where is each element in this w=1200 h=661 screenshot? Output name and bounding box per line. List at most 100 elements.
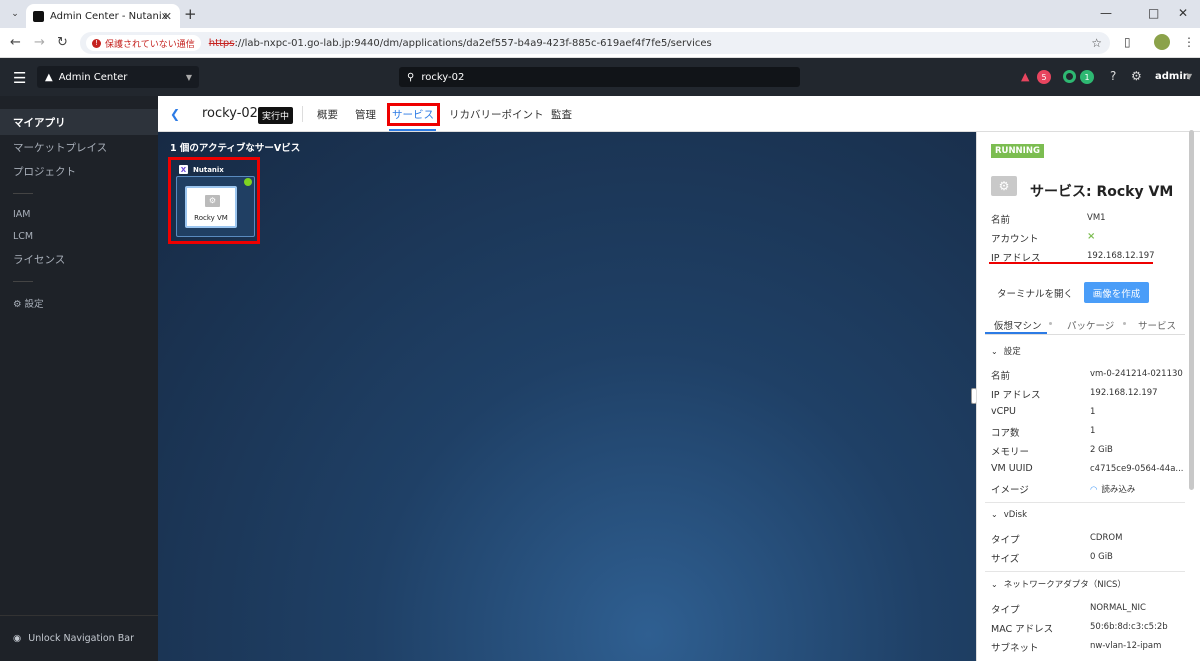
new-tab-icon[interactable]: + xyxy=(184,5,197,23)
nic-field-value: NORMAL_NIC xyxy=(1090,603,1146,613)
lock-icon: ◉ xyxy=(13,633,22,644)
sidebar-item-settings[interactable]: ⚙ 設定 xyxy=(13,296,44,310)
url-field[interactable]: ! 保護されていない通信 https://lab-nxpc-01.go-lab.… xyxy=(80,32,1110,54)
bookmark-star-icon[interactable]: ☆ xyxy=(1091,36,1102,50)
tab-recovery-points[interactable]: リカバリーポイント xyxy=(449,107,544,122)
profile-avatar[interactable] xyxy=(1154,34,1170,50)
nic-field-key: サブネット xyxy=(991,643,1039,654)
service-card-rocky-vm[interactable]: ⚙ Rocky VM xyxy=(185,186,237,228)
browser-tab[interactable]: Admin Center - Nutanix ✕ xyxy=(26,4,180,28)
app-switcher[interactable]: ▲ Admin Center ▼ xyxy=(37,66,199,88)
sidebar-item-licenses[interactable]: ライセンス xyxy=(13,252,65,267)
tab-panel-services[interactable]: サービス xyxy=(1138,318,1176,332)
tab-virtual-machine[interactable]: 仮想マシン xyxy=(994,318,1042,332)
section-title: vDisk xyxy=(1003,510,1027,520)
alerts-badge[interactable]: 5 xyxy=(1037,70,1051,84)
vm-field-value: 1 xyxy=(1090,426,1096,436)
vm-field-value: 2 GiB xyxy=(1090,445,1113,455)
tab-highlight-box xyxy=(387,103,440,126)
summary-value: 192.168.12.197 xyxy=(1087,251,1155,261)
tab-search-icon[interactable]: ⌄ xyxy=(6,5,24,23)
vm-field-value: c4715ce9-0564-44a... xyxy=(1090,464,1184,474)
vm-field-key: コア数 xyxy=(991,428,1020,439)
app-name: rocky-02 xyxy=(202,106,258,121)
summary-key: アカウント xyxy=(991,234,1039,245)
panel-title: サービス: Rocky VM xyxy=(1030,184,1174,200)
sidebar-item-marketplace[interactable]: マーケットプレイス xyxy=(13,140,107,155)
sidebar-item-projects[interactable]: プロジェクト xyxy=(13,164,76,179)
vm-field-key: IP アドレス xyxy=(991,390,1041,401)
vdisk-field-value: 0 GiB xyxy=(1090,552,1113,562)
active-services-title: 1 個のアクティブなサーVビス xyxy=(170,143,301,154)
help-icon[interactable]: ? xyxy=(1110,69,1116,83)
vm-field-key: vCPU xyxy=(991,406,1016,417)
nutanix-account-icon: × xyxy=(1087,231,1096,242)
tasks-ring-icon[interactable] xyxy=(1063,70,1076,83)
header-divider xyxy=(302,106,303,122)
global-search-input[interactable]: ⚲ rocky-02 xyxy=(399,67,800,87)
bell-icon[interactable]: ▲ xyxy=(1021,70,1029,83)
close-window-icon[interactable]: ✕ xyxy=(1178,6,1188,20)
url-scheme: https xyxy=(208,37,235,49)
tab-audit[interactable]: 監査 xyxy=(551,107,572,122)
summary-key: 名前 xyxy=(991,215,1011,226)
services-canvas[interactable]: 1 個のアクティブなサーVビス X Nutanix ⚙ Rocky VM xyxy=(158,132,976,661)
service-gear-icon: ⚙ xyxy=(205,195,220,207)
maximize-icon[interactable]: □ xyxy=(1148,6,1159,20)
tab-packages[interactable]: パッケージ xyxy=(1067,318,1114,332)
image-loading-text: 読み込み xyxy=(1101,485,1136,495)
vm-field-key: VM UUID xyxy=(991,463,1033,474)
vdisk-section-header[interactable]: ⌄ vDisk xyxy=(991,510,1027,520)
browser-menu-icon[interactable]: ⋮ xyxy=(1183,35,1195,49)
sidebar-item-lcm[interactable]: LCM xyxy=(13,231,33,242)
nutanix-favicon-icon xyxy=(33,10,44,22)
create-image-button[interactable]: 画像を作成 xyxy=(1084,282,1149,303)
tab-manage[interactable]: 管理 xyxy=(355,107,376,122)
settings-section-header[interactable]: ⌄ 設定 xyxy=(991,345,1021,357)
sidebar-item-my-apps[interactable]: マイアプリ xyxy=(0,109,158,135)
sidebar-divider xyxy=(13,281,33,282)
ip-highlight-underline xyxy=(989,262,1153,264)
running-status-badge: RUNNING xyxy=(991,144,1044,158)
browser-tab-strip: ⌄ Admin Center - Nutanix ✕ + — □ ✕ xyxy=(0,0,1200,28)
search-value: rocky-02 xyxy=(421,71,465,83)
close-tab-icon[interactable]: ✕ xyxy=(163,10,172,23)
gear-icon[interactable]: ⚙ xyxy=(1131,69,1142,83)
reload-icon[interactable]: ↻ xyxy=(57,35,68,50)
admin-center-icon: ▲ xyxy=(45,71,53,83)
back-arrow-icon[interactable]: ← xyxy=(10,35,21,50)
forward-arrow-icon[interactable]: → xyxy=(34,35,45,50)
sidebar-item-iam[interactable]: IAM xyxy=(13,209,31,220)
active-tab-indicator xyxy=(389,129,436,131)
minimize-icon[interactable]: — xyxy=(1100,6,1112,20)
tasks-badge[interactable]: 1 xyxy=(1080,70,1094,84)
vdisk-field-key: タイプ xyxy=(991,535,1020,546)
summary-value: VM1 xyxy=(1087,213,1106,223)
back-chevron-icon[interactable]: ❮ xyxy=(170,107,180,121)
group-label: X Nutanix xyxy=(179,165,224,174)
extensions-icon[interactable]: ▯ xyxy=(1124,35,1131,49)
hamburger-menu-icon[interactable]: ☰ xyxy=(13,69,26,87)
unlock-label: Unlock Navigation Bar xyxy=(28,633,134,644)
app-switcher-label: Admin Center xyxy=(58,71,128,83)
user-chevron-icon[interactable]: ▼ xyxy=(1186,72,1192,81)
user-menu[interactable]: admin xyxy=(1155,71,1190,82)
browser-tab-title: Admin Center - Nutanix xyxy=(50,10,168,22)
tab-overview[interactable]: 概要 xyxy=(317,107,338,122)
security-chip[interactable]: ! 保護されていない通信 xyxy=(86,35,201,51)
service-card-name: Rocky VM xyxy=(194,214,228,222)
search-icon: ⚲ xyxy=(407,71,415,83)
nic-field-value: 50:6b:8d:c3:c5:2b xyxy=(1090,622,1168,632)
section-divider xyxy=(985,571,1185,572)
vm-field-key: 名前 xyxy=(991,371,1011,382)
panel-scrollbar[interactable] xyxy=(1189,130,1194,490)
vm-field-value: 192.168.12.197 xyxy=(1090,388,1158,398)
open-terminal-button[interactable]: ターミナルを開く xyxy=(991,283,1081,303)
address-bar-row: ← → ↻ ! 保護されていない通信 https://lab-nxpc-01.g… xyxy=(0,28,1200,58)
sidebar-divider xyxy=(13,193,33,194)
nics-section-header[interactable]: ⌄ ネットワークアダプタ（NICS） xyxy=(991,578,1126,590)
settings-label: 設定 xyxy=(24,299,44,310)
unlock-navigation-bar-button[interactable]: ◉ Unlock Navigation Bar xyxy=(0,615,158,661)
app-status-badge: 実行中 xyxy=(258,107,294,124)
vdisk-field-value: CDROM xyxy=(1090,533,1123,543)
